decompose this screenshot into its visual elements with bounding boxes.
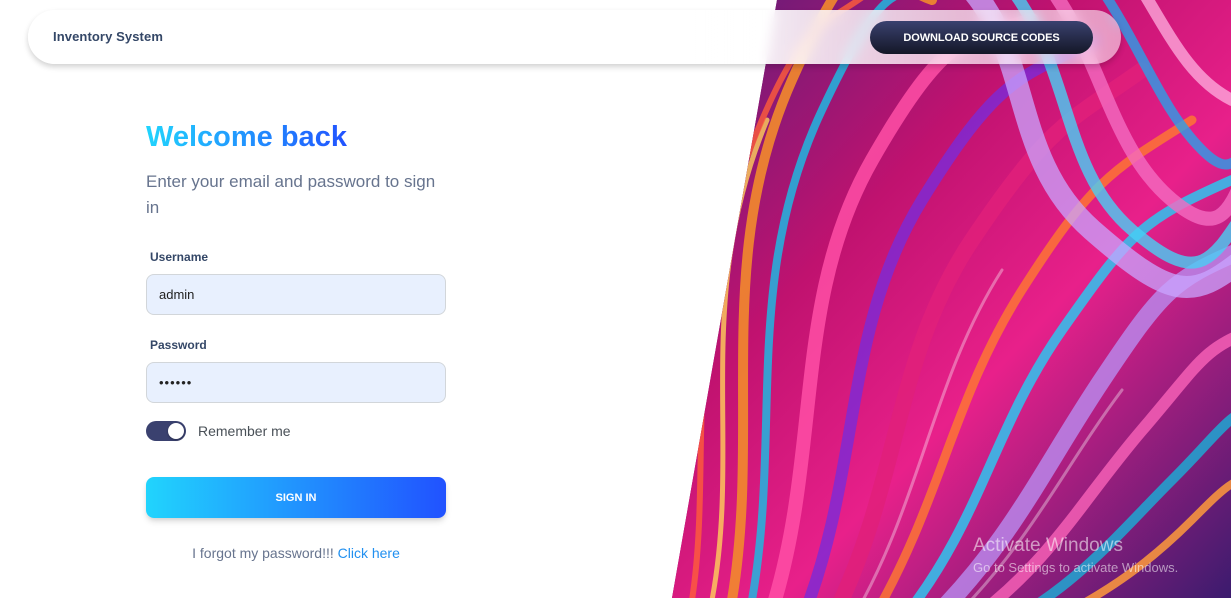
activate-windows-watermark-title: Activate Windows (973, 535, 1123, 556)
decorative-art-panel (672, 0, 1231, 598)
top-navbar: Inventory System DOWNLOAD SOURCE CODES (28, 10, 1121, 64)
activate-windows-watermark-subtitle: Go to Settings to activate Windows. (973, 560, 1179, 575)
password-input[interactable] (146, 362, 446, 403)
remember-me-label[interactable]: Remember me (198, 423, 291, 439)
sign-in-button[interactable]: SIGN IN (146, 477, 446, 518)
abstract-swirl-art (672, 0, 1231, 598)
username-label: Username (150, 250, 209, 264)
brand-name[interactable]: Inventory System (53, 29, 163, 44)
page-title: Welcome back (146, 121, 347, 153)
username-input[interactable] (146, 274, 446, 315)
remember-me-toggle[interactable] (146, 421, 186, 441)
toggle-knob (168, 423, 184, 439)
page-subtitle: Enter your email and password to sign in (146, 172, 436, 217)
forgot-password-row: I forgot my password!!! Click here (146, 545, 446, 561)
password-label: Password (150, 338, 207, 352)
forgot-password-text: I forgot my password!!! (192, 545, 334, 561)
forgot-password-link[interactable]: Click here (338, 545, 400, 561)
download-source-codes-button[interactable]: DOWNLOAD SOURCE CODES (870, 21, 1093, 54)
